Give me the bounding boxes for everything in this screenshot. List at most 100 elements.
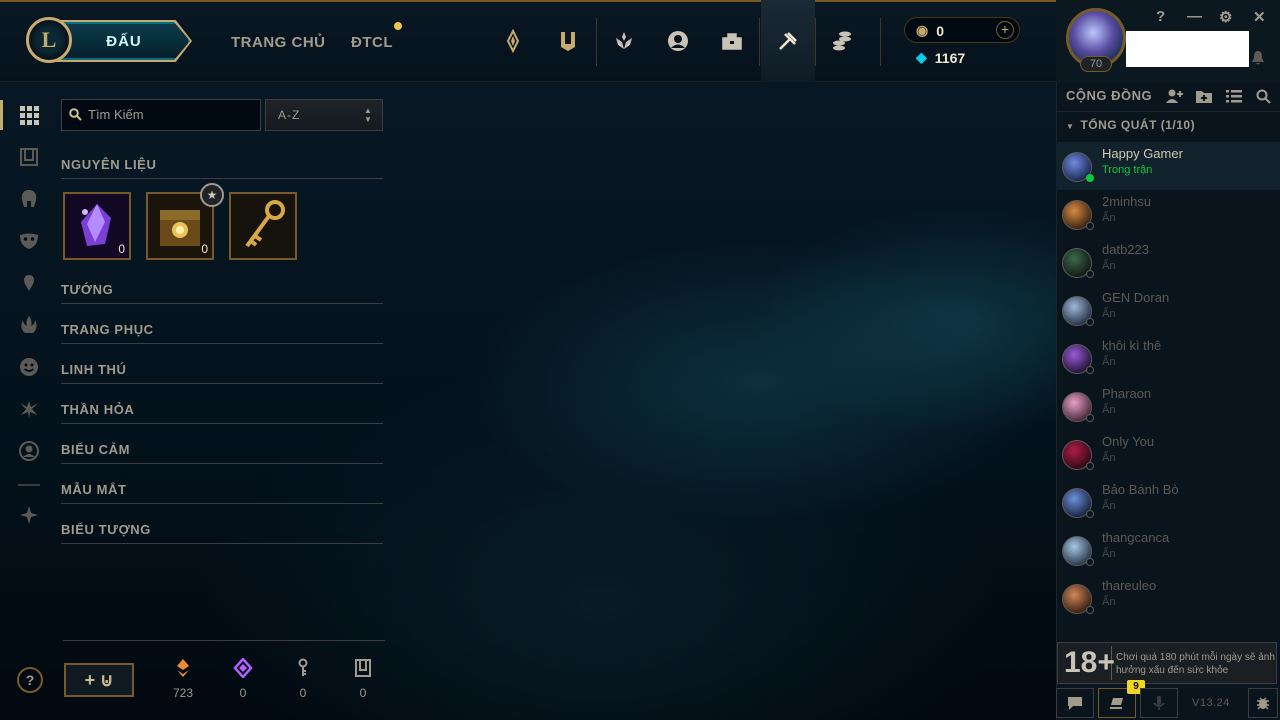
collection-icon[interactable] [717, 26, 747, 56]
bug-icon [1257, 697, 1269, 710]
sort-arrows-icon: ▲ ▼ [364, 106, 372, 124]
friend-status: Ẩn [1102, 404, 1116, 416]
chest-craft-icon: ⊍ [100, 670, 114, 690]
chat-button[interactable] [1056, 688, 1094, 718]
friend-status: Ẩn [1102, 260, 1116, 272]
friend-status: Ẩn [1102, 500, 1116, 512]
friend-status: Ẩn [1102, 596, 1116, 608]
loot-item-essence-shard[interactable]: 0 [63, 192, 131, 260]
add-folder-icon[interactable] [1195, 88, 1213, 104]
friend-group-general[interactable]: ▼ TỔNG QUÁT (1/10) [1066, 118, 1195, 132]
league-logo-icon[interactable]: L [26, 17, 72, 63]
list-view-icon[interactable] [1225, 88, 1243, 104]
friend-name: Pharaon [1102, 386, 1152, 401]
ranked-icon[interactable] [609, 26, 639, 56]
nav-home[interactable]: TRANG CHỦ [231, 34, 326, 51]
orange-essence-value: 723 [172, 686, 194, 700]
play-button[interactable]: ĐẤU [58, 22, 190, 60]
icon-filter-icon[interactable] [18, 440, 40, 462]
voice-button[interactable] [1140, 688, 1178, 718]
grid-all-icon[interactable] [18, 104, 40, 126]
client-version: V13.24 [1192, 697, 1230, 709]
notification-icon [1110, 698, 1123, 709]
friend-status: Ẩn [1102, 548, 1116, 560]
section-chromas[interactable]: MẪU MẮT [61, 482, 383, 504]
chroma-filter-icon[interactable] [18, 398, 40, 420]
nav-divider [880, 18, 881, 66]
friend-status: Trong trận [1102, 164, 1153, 176]
loot-icon[interactable] [773, 26, 803, 56]
craft-key-button[interactable]: + ⊍ [64, 663, 134, 697]
skin-filter-icon[interactable] [18, 230, 40, 252]
friend-item[interactable]: 2minhsu Ẩn [1056, 190, 1280, 238]
friend-name: 2minhsu [1102, 194, 1152, 209]
age-warning: 18+ Chơi quá 180 phút mỗi ngày sẽ ảnh hư… [1057, 642, 1277, 684]
chest-count-value: 0 [359, 686, 367, 700]
friend-name: thangcanca [1102, 530, 1170, 545]
friend-item[interactable]: thangcanca Ẩn [1056, 526, 1280, 574]
riot-points[interactable]: ◉ 0 [916, 22, 944, 39]
mythic-essence-icon [233, 658, 253, 678]
champion-filter-icon[interactable] [18, 188, 40, 210]
bell-icon[interactable] [1251, 50, 1265, 66]
section-icons[interactable]: BIỂU TƯỢNG [61, 522, 383, 544]
friend-item[interactable]: Happy Gamer Trong trận [1056, 142, 1280, 190]
friend-item[interactable]: Only You Ẩn [1056, 430, 1280, 478]
friend-item[interactable]: khôi kì thê Ẩn [1056, 334, 1280, 382]
loot-item-key[interactable] [229, 192, 297, 260]
clash-icon[interactable] [553, 26, 583, 56]
emote-filter-icon[interactable] [18, 356, 40, 378]
friend-item[interactable]: GEN Doran Ẩn [1056, 286, 1280, 334]
companion-filter-icon[interactable] [18, 272, 40, 294]
friend-status-dot [1086, 606, 1094, 614]
section-champions[interactable]: TƯỚNG [61, 282, 383, 304]
item-count: 0 [201, 242, 208, 256]
eternals-filter-icon[interactable] [18, 504, 40, 526]
chest-filter-icon[interactable] [18, 146, 40, 168]
key-fragments: 0 [283, 658, 323, 700]
social-search-icon[interactable] [1255, 88, 1273, 104]
key-fragments-value: 0 [299, 686, 307, 700]
group-label: TỔNG QUÁT (1/10) [1080, 118, 1196, 132]
friend-item[interactable]: Bảo Bánh Bò Ẩn [1056, 478, 1280, 526]
summoner-name-box[interactable] [1126, 31, 1249, 67]
friend-status-dot [1086, 270, 1094, 278]
store-icon[interactable] [827, 26, 857, 56]
buy-rp-button[interactable]: + [996, 21, 1014, 39]
friend-item[interactable]: Pharaon Ẩn [1056, 382, 1280, 430]
friend-item[interactable]: datb223 Ẩn [1056, 238, 1280, 286]
help-button[interactable]: ? [17, 667, 43, 693]
bug-report-button[interactable] [1248, 688, 1278, 718]
be-icon: ◆ [916, 49, 927, 65]
friend-name: thareuleo [1102, 578, 1157, 593]
section-skins[interactable]: TRANG PHỤC [61, 322, 383, 344]
section-materials[interactable]: NGUYÊN LIỆU [61, 157, 383, 179]
friend-status: Ẩn [1102, 212, 1116, 224]
summoner-level: 70 [1080, 56, 1112, 72]
tft-pass-icon[interactable] [498, 26, 528, 56]
orange-essence-icon [177, 659, 189, 677]
friend-name: GEN Doran [1102, 290, 1170, 305]
friend-status-dot [1086, 462, 1094, 470]
help-window-icon[interactable]: ? [1156, 8, 1165, 25]
section-emotes[interactable]: BIỂU CẢM [61, 442, 383, 464]
add-friend-icon[interactable] [1165, 88, 1183, 104]
chest-count: 0 [343, 658, 383, 700]
mastery-star-icon: ★ [200, 183, 224, 207]
settings-icon[interactable]: ⚙ [1219, 8, 1232, 26]
minimize-icon[interactable]: — [1187, 8, 1202, 25]
section-companions[interactable]: LINH THÚ [61, 362, 383, 384]
close-icon[interactable]: ✕ [1253, 8, 1266, 26]
ward-filter-icon[interactable] [18, 314, 40, 336]
friend-status-dot [1086, 174, 1094, 182]
profile-icon[interactable] [663, 26, 693, 56]
friend-status-dot [1086, 366, 1094, 374]
key-fragment-icon [298, 658, 308, 676]
nav-divider [759, 18, 760, 66]
search-input[interactable]: Tìm Kiếm [61, 99, 261, 131]
friend-status-dot [1086, 318, 1094, 326]
friend-item[interactable]: thareuleo Ẩn [1056, 574, 1280, 622]
nav-tft[interactable]: ĐTCL [351, 34, 393, 51]
age-warning-text: Chơi quá 180 phút mỗi ngày sẽ ảnh hưởng … [1116, 652, 1275, 676]
section-ward-skins[interactable]: THẦN HỎA [61, 402, 383, 424]
